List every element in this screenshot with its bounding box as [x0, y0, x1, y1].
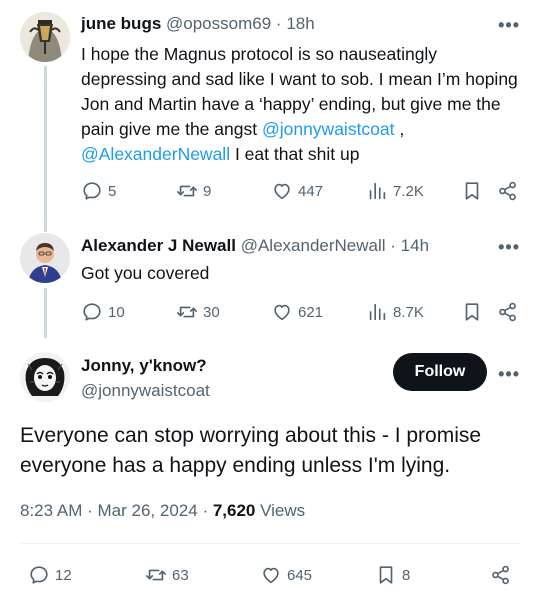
views-button[interactable]: 7.2K	[366, 179, 424, 203]
reply-count: 12	[55, 566, 72, 584]
divider	[20, 543, 520, 544]
share-button[interactable]	[497, 179, 519, 203]
views-count: 7,620	[212, 501, 256, 520]
repost-icon	[146, 569, 166, 581]
bookmark-button[interactable]: 8	[375, 563, 410, 587]
reply-count: 10	[108, 303, 125, 321]
main-tweet-text: Everyone can stop worrying about this - …	[20, 424, 482, 477]
main-action-bar: 12 63 645 8	[0, 563, 540, 587]
repost-icon	[177, 185, 197, 197]
share-icon	[499, 181, 516, 201]
bookmark-button[interactable]	[461, 300, 483, 324]
mention-link[interactable]: @jonnywaistcoat	[262, 119, 395, 139]
user-handle[interactable]: @AlexanderNewall	[241, 236, 386, 255]
follow-button[interactable]: Follow	[393, 353, 487, 391]
views-icon	[369, 303, 386, 321]
reply-button[interactable]: 10	[81, 300, 125, 324]
avatar[interactable]	[20, 352, 70, 402]
timestamp[interactable]: 14h	[401, 236, 429, 255]
sketch-avatar-icon	[20, 352, 70, 402]
avatar[interactable]	[20, 12, 70, 62]
reply-tweet-2[interactable]: Alexander J Newall @AlexanderNewall · 14…	[0, 230, 540, 340]
avatar[interactable]	[20, 233, 70, 283]
like-count: 447	[298, 182, 324, 200]
tweet-header: Alexander J Newall @AlexanderNewall · 14…	[81, 235, 429, 257]
reply-count: 5	[108, 182, 117, 200]
views-count: 8.7K	[393, 303, 424, 321]
bookmark-icon	[465, 182, 479, 200]
reply-icon	[30, 566, 48, 584]
mention-link[interactable]: @AlexanderNewall	[81, 144, 230, 164]
separator-dot: ·	[275, 14, 282, 33]
like-icon	[263, 567, 279, 584]
user-handle[interactable]: @opossom69	[166, 14, 271, 33]
like-button[interactable]: 645	[260, 563, 312, 587]
share-button[interactable]	[490, 563, 512, 587]
bookmark-icon	[465, 303, 479, 321]
separator-dot: ·	[87, 501, 93, 520]
action-bar: 5 9 447 7.2K	[0, 179, 540, 203]
more-icon[interactable]: •••	[498, 16, 520, 34]
separator-dot: ·	[202, 501, 209, 520]
author-name[interactable]: Jonny, y'know?	[81, 355, 207, 377]
tweet-text-part: ,	[394, 119, 405, 139]
separator-dot: ·	[390, 236, 396, 255]
share-button[interactable]	[497, 300, 519, 324]
like-icon	[274, 304, 290, 321]
display-name[interactable]: june bugs	[81, 14, 161, 33]
like-button[interactable]: 621	[271, 300, 323, 324]
repost-count: 63	[172, 566, 189, 584]
reply-button[interactable]: 12	[28, 563, 72, 587]
timestamp[interactable]: 18h	[286, 14, 314, 33]
repost-button[interactable]: 9	[176, 179, 211, 203]
repost-button[interactable]: 30	[176, 300, 220, 324]
repost-count: 9	[203, 182, 212, 200]
bookmark-button[interactable]	[461, 179, 483, 203]
tweet-meta: 8:23 AM · Mar 26, 2024 · 7,620 Views	[20, 501, 305, 521]
share-icon	[499, 302, 516, 322]
repost-count: 30	[203, 303, 220, 321]
bookmark-icon	[379, 566, 393, 584]
like-icon	[274, 183, 290, 200]
display-name[interactable]: Alexander J Newall	[81, 236, 236, 255]
like-button[interactable]: 447	[271, 179, 323, 203]
reply-icon	[83, 182, 101, 200]
share-icon	[492, 565, 509, 585]
reply-button[interactable]: 5	[81, 179, 116, 203]
reply-icon	[83, 303, 101, 321]
tweet-date[interactable]: Mar 26, 2024	[98, 501, 198, 520]
more-icon[interactable]: •••	[498, 238, 520, 256]
tweet-text: Got you covered	[81, 263, 210, 283]
views-icon	[369, 182, 386, 200]
author-handle[interactable]: @jonnywaistcoat	[81, 380, 210, 402]
reply-tweet-1[interactable]: june bugs @opossom69 · 18h ••• I hope th…	[0, 0, 540, 230]
person-avatar-icon	[20, 233, 70, 283]
repost-icon	[177, 306, 197, 318]
views-count: 7.2K	[393, 182, 424, 200]
repost-button[interactable]: 63	[145, 563, 189, 587]
tweet-text-part: I eat that shit up	[230, 144, 360, 164]
views-label: Views	[260, 501, 306, 520]
tweet-time[interactable]: 8:23 AM	[20, 501, 82, 520]
more-icon[interactable]: •••	[498, 365, 520, 383]
tweet-header: june bugs @opossom69 · 18h	[81, 13, 315, 35]
action-bar: 10 30 621 8.7K	[0, 300, 540, 324]
like-count: 645	[287, 566, 313, 584]
bookmark-count: 8	[402, 566, 411, 584]
like-count: 621	[298, 303, 324, 321]
lantern-avatar-icon	[20, 12, 70, 62]
tweet-text: I hope the Magnus protocol is so nauseat…	[81, 42, 526, 167]
views-button[interactable]: 8.7K	[366, 300, 424, 324]
